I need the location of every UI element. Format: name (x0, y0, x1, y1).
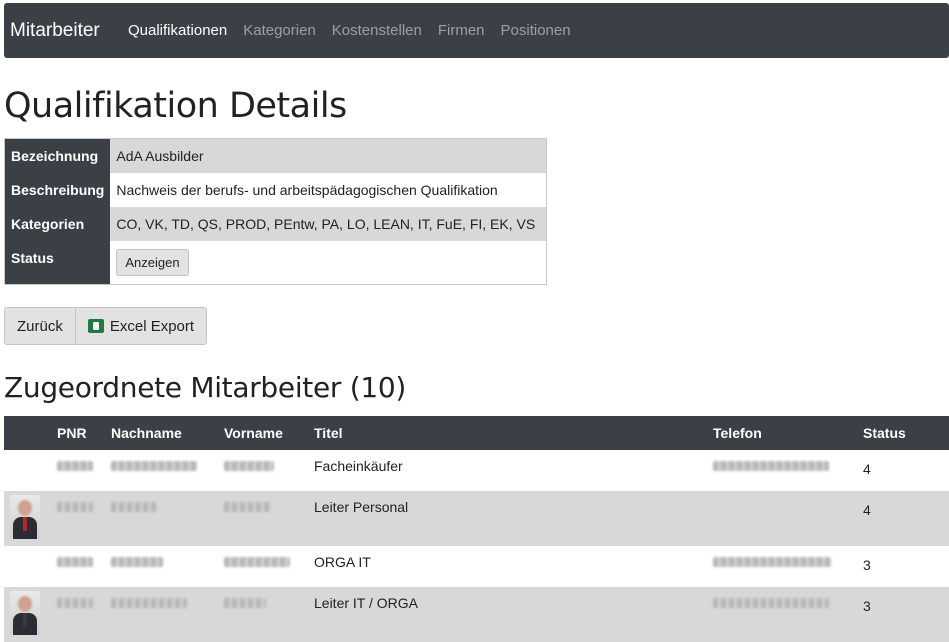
navbar-brand[interactable]: Mitarbeiter (10, 20, 100, 42)
status-cell: 4 (863, 461, 871, 477)
redacted-pnr (57, 461, 93, 471)
redacted-vorname (224, 461, 274, 471)
detail-label: Kategorien (4, 207, 111, 241)
nav-item-kostenstellen[interactable]: Kostenstellen (332, 3, 422, 58)
navbar-menu: Qualifikationen Kategorien Kostenstellen… (128, 3, 587, 58)
redacted-pnr (57, 557, 93, 567)
redacted-nachname (111, 461, 197, 471)
detail-label: Status (4, 241, 111, 285)
column-header-titel[interactable]: Titel (308, 416, 707, 450)
redacted-pnr (57, 502, 93, 512)
redacted-telefon (713, 598, 829, 608)
page-title: Qualifikation Details (4, 86, 347, 126)
photo-cell (4, 546, 51, 587)
table-row[interactable]: ORGA IT 3 (4, 546, 949, 587)
titel-cell: ORGA IT (314, 554, 371, 570)
excel-export-button[interactable]: Excel Export (74, 308, 207, 344)
table-header-row: PNR Nachname Vorname Titel Telefon Statu… (4, 416, 949, 450)
redacted-nachname (111, 502, 157, 512)
detail-value: CO, VK, TD, QS, PROD, PEntw, PA, LO, LEA… (110, 207, 547, 241)
redacted-telefon (713, 461, 829, 471)
detail-row-beschreibung: Beschreibung Nachweis der berufs- und ar… (4, 173, 547, 207)
employees-table: PNR Nachname Vorname Titel Telefon Statu… (4, 416, 949, 642)
column-header-photo (4, 416, 51, 450)
titel-cell: Leiter IT / ORGA (314, 595, 418, 611)
detail-label: Beschreibung (4, 173, 111, 207)
nav-item-firmen[interactable]: Firmen (438, 3, 485, 58)
qualification-details-table: Bezeichnung AdA Ausbilder Beschreibung N… (4, 138, 547, 285)
detail-row-bezeichnung: Bezeichnung AdA Ausbilder (4, 138, 547, 173)
redacted-pnr (57, 598, 93, 608)
redacted-telefon (713, 557, 831, 567)
status-cell: 3 (863, 557, 871, 573)
redacted-vorname (224, 502, 272, 512)
section-title: Zugeordnete Mitarbeiter (10) (4, 371, 406, 404)
show-status-button[interactable]: Anzeigen (116, 249, 189, 276)
detail-value: Anzeigen (110, 241, 547, 285)
titel-cell: Facheinkäufer (314, 458, 403, 474)
column-header-status[interactable]: Status (857, 416, 949, 450)
nav-item-qualifikationen[interactable]: Qualifikationen (128, 3, 227, 58)
redacted-vorname (224, 557, 290, 567)
table-row[interactable]: Leiter IT / ORGA 3 (4, 587, 949, 642)
action-button-group: Zurück Excel Export (4, 307, 208, 345)
nav-item-positionen[interactable]: Positionen (501, 3, 571, 58)
status-cell: 3 (863, 598, 871, 614)
detail-row-kategorien: Kategorien CO, VK, TD, QS, PROD, PEntw, … (4, 207, 547, 241)
excel-export-label: Excel Export (109, 317, 195, 335)
detail-value: AdA Ausbilder (110, 138, 547, 173)
detail-label: Bezeichnung (4, 138, 111, 173)
column-header-pnr[interactable]: PNR (51, 416, 105, 450)
redacted-nachname (111, 598, 187, 608)
photo-cell (4, 450, 51, 491)
top-navbar: Mitarbeiter Qualifikationen Kategorien K… (4, 3, 949, 58)
table-row[interactable]: Facheinkäufer 4 (4, 450, 949, 491)
excel-icon (87, 319, 104, 333)
avatar (10, 591, 40, 635)
column-header-vorname[interactable]: Vorname (218, 416, 308, 450)
detail-value: Nachweis der berufs- und arbeitspädagogi… (110, 173, 547, 207)
avatar (10, 495, 40, 539)
back-button[interactable]: Zurück (5, 308, 75, 344)
redacted-nachname (111, 557, 163, 567)
status-cell: 4 (863, 502, 871, 518)
titel-cell: Leiter Personal (314, 499, 409, 515)
column-header-nachname[interactable]: Nachname (105, 416, 218, 450)
column-header-telefon[interactable]: Telefon (707, 416, 857, 450)
detail-row-status: Status Anzeigen (4, 241, 547, 285)
redacted-vorname (224, 598, 266, 608)
table-row[interactable]: Leiter Personal 4 (4, 491, 949, 546)
nav-item-kategorien[interactable]: Kategorien (243, 3, 316, 58)
